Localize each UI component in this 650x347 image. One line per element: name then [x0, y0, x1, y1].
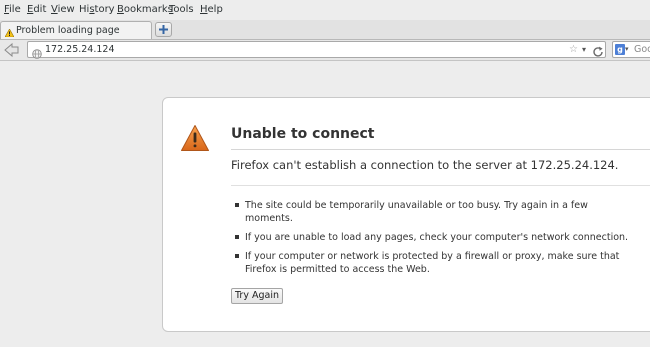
- error-title: Unable to connect: [231, 126, 375, 142]
- tab-problem-loading[interactable]: Problem loading page: [0, 21, 152, 39]
- menu-edit[interactable]: Edit: [27, 0, 46, 20]
- history-dropdown-icon[interactable]: ▾: [582, 42, 586, 57]
- title-divider: [231, 149, 650, 150]
- url-bar[interactable]: 172.25.24.124 ☆ ▾: [27, 41, 606, 59]
- tab-strip: Problem loading page: [0, 20, 650, 40]
- menu-tools[interactable]: Tools: [169, 0, 194, 20]
- list-item: If you are unable to load any pages, che…: [235, 231, 635, 244]
- error-suggestions: The site could be temporarily unavailabl…: [235, 199, 635, 282]
- menu-history[interactable]: History: [79, 0, 115, 20]
- error-description: Firefox can't establish a connection to …: [231, 158, 619, 172]
- search-bar[interactable]: g ▾ Goo: [612, 41, 650, 58]
- warning-icon: [180, 124, 210, 156]
- site-identity-icon[interactable]: [32, 44, 42, 63]
- engine-dropdown-icon[interactable]: ▾: [625, 42, 629, 57]
- list-item: The site could be temporarily unavailabl…: [235, 199, 635, 225]
- navigation-bar: 172.25.24.124 ☆ ▾ g ▾ Goo: [0, 40, 650, 61]
- menu-view[interactable]: View: [51, 0, 75, 20]
- error-page: Unable to connect Firefox can't establis…: [162, 97, 650, 332]
- back-arrow-icon: [4, 42, 19, 58]
- new-tab-button[interactable]: [155, 22, 172, 37]
- menu-file[interactable]: File: [4, 0, 21, 20]
- description-divider: [231, 185, 650, 186]
- menu-bar: File Edit View History Bookmarks Tools H…: [0, 0, 650, 20]
- try-again-button[interactable]: Try Again: [231, 288, 283, 304]
- google-engine-icon[interactable]: g: [615, 44, 625, 55]
- menu-help[interactable]: Help: [200, 0, 223, 20]
- back-button[interactable]: [3, 42, 21, 58]
- bookmark-star-icon[interactable]: ☆: [569, 43, 578, 56]
- list-item: If your computer or network is protected…: [235, 250, 625, 276]
- menu-bookmarks[interactable]: Bookmarks: [117, 0, 173, 20]
- url-text: 172.25.24.124: [45, 44, 115, 55]
- search-engine-placeholder: Goo: [634, 44, 650, 55]
- reload-icon[interactable]: [592, 43, 604, 62]
- tab-title: Problem loading page: [16, 25, 120, 36]
- plus-icon: [159, 25, 168, 34]
